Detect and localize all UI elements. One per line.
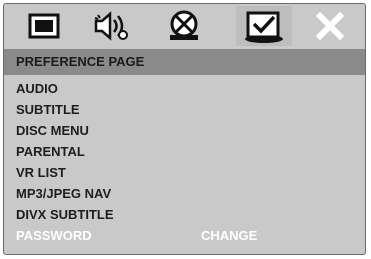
- icon-tab-bar: [4, 4, 365, 46]
- page-title: PREFERENCE PAGE: [4, 49, 365, 75]
- menu-item-disc-menu[interactable]: DISC MENU: [16, 121, 89, 141]
- tab-preference-setup[interactable]: [236, 6, 292, 46]
- menu-item-password[interactable]: PASSWORD: [16, 226, 92, 246]
- menu-item-divx-subtitle[interactable]: DIVX SUBTITLE: [16, 205, 114, 225]
- menu-item-vr-list[interactable]: VR LIST: [16, 163, 66, 183]
- menu-item-parental[interactable]: PARENTAL: [16, 142, 85, 162]
- password-change-option[interactable]: CHANGE: [201, 226, 257, 246]
- menu-item-mp3-jpeg-nav[interactable]: MP3/JPEG NAV: [16, 184, 111, 204]
- menu-item-subtitle[interactable]: SUBTITLE: [16, 100, 80, 120]
- close-x-icon: [315, 11, 345, 41]
- menu-item-audio[interactable]: AUDIO: [16, 79, 58, 99]
- speaker-sound-icon: [94, 11, 128, 41]
- tab-audio-setup[interactable]: [84, 6, 140, 46]
- preference-setup-menu: PREFERENCE PAGE AUDIO SUBTITLE DISC MENU…: [3, 3, 366, 255]
- video-reel-icon: [170, 10, 198, 40]
- tab-general-setup[interactable]: [16, 6, 72, 46]
- tab-exit[interactable]: [302, 6, 358, 46]
- tab-video-setup[interactable]: [156, 6, 212, 46]
- checkmark-box-icon: [245, 11, 283, 43]
- display-window-icon: [28, 13, 60, 39]
